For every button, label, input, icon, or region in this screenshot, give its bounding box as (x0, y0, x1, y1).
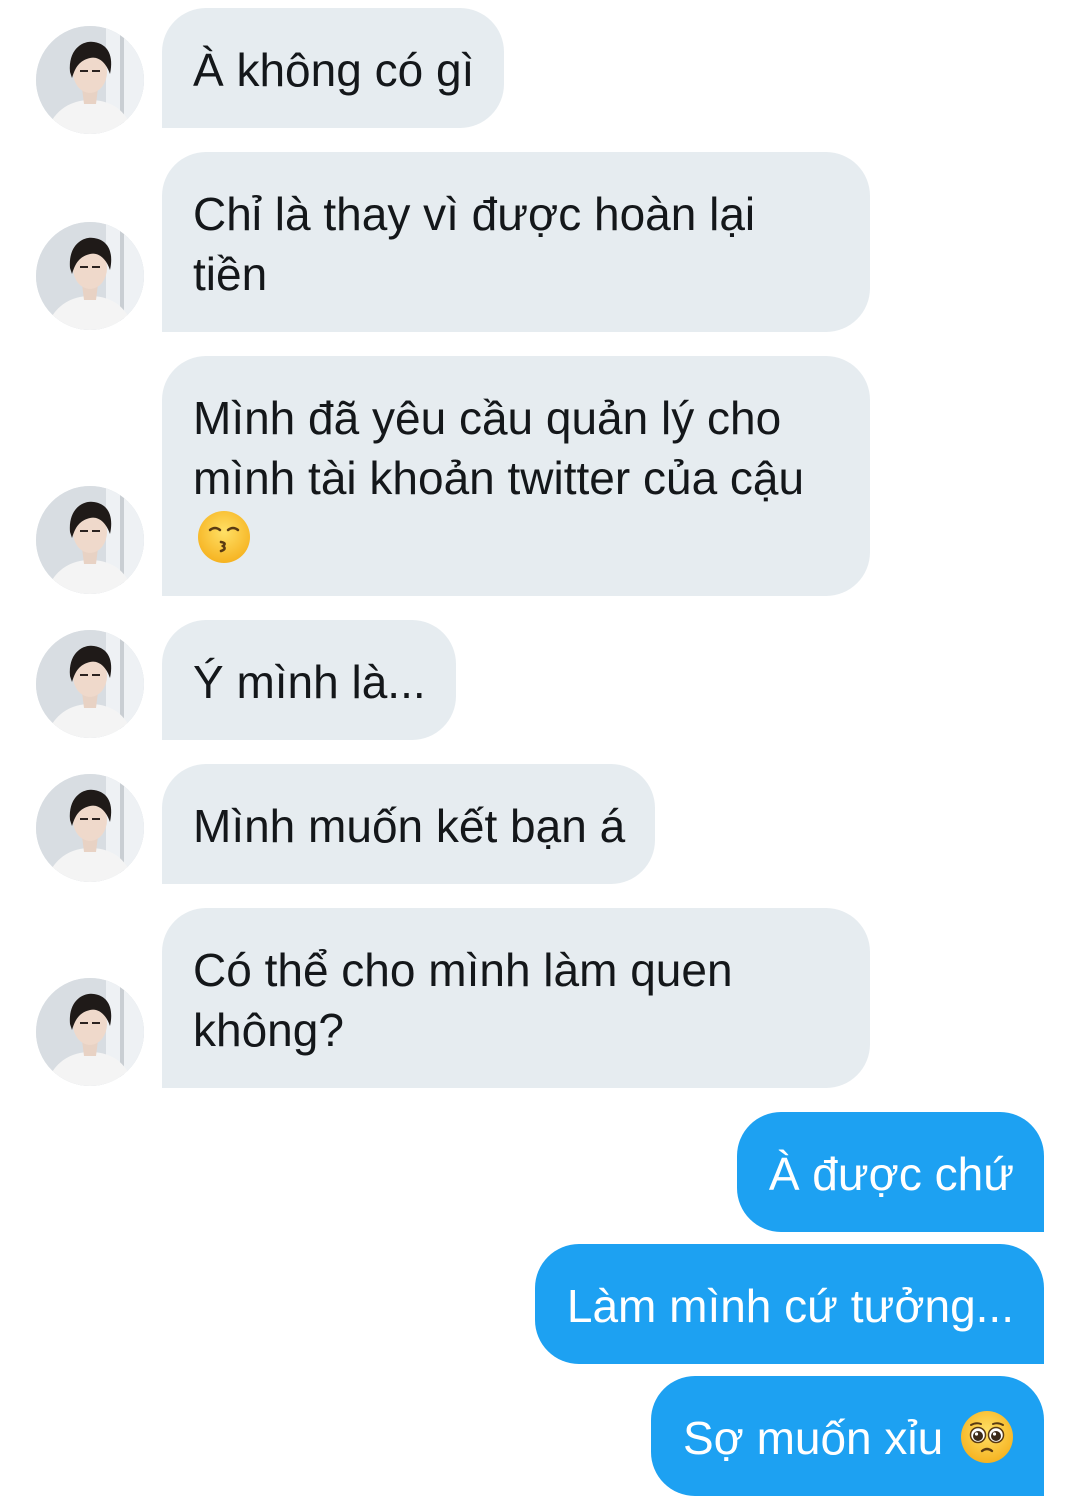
avatar[interactable] (36, 630, 144, 738)
avatar[interactable] (36, 222, 144, 330)
message-text: Mình muốn kết bạn á (193, 800, 626, 852)
avatar[interactable] (36, 26, 144, 134)
pleading-face-emoji-icon (961, 1411, 1013, 1463)
message-row-incoming: Ý mình là... (0, 620, 1080, 740)
message-text: Có thể cho mình làm quen không? (193, 944, 733, 1056)
message-text: Chỉ là thay vì được hoàn lại tiền (193, 188, 756, 300)
message-row-outgoing: Sợ muốn xỉu (0, 1376, 1080, 1496)
message-row-outgoing: À được chứ (0, 1112, 1080, 1232)
message-row-incoming: À không có gì (0, 8, 1080, 134)
message-row-incoming: Mình đã yêu cầu quản lý cho mình tài kho… (0, 356, 1080, 596)
message-text: Sợ muốn xỉu (682, 1412, 944, 1464)
message-text: Ý mình là... (193, 656, 426, 708)
message-row-outgoing: Làm mình cứ tưởng... (0, 1244, 1080, 1364)
avatar[interactable] (36, 978, 144, 1086)
incoming-message-bubble[interactable]: Chỉ là thay vì được hoàn lại tiền (162, 152, 870, 332)
message-text: À được chứ (768, 1148, 1014, 1200)
message-text: À không có gì (193, 44, 475, 96)
outgoing-message-bubble[interactable]: Sợ muốn xỉu (650, 1376, 1044, 1496)
incoming-message-bubble[interactable]: Ý mình là... (162, 620, 456, 740)
message-row-incoming: Chỉ là thay vì được hoàn lại tiền (0, 152, 1080, 332)
avatar[interactable] (36, 774, 144, 882)
outgoing-message-bubble[interactable]: Làm mình cứ tưởng... (534, 1244, 1044, 1364)
incoming-message-bubble[interactable]: Mình đã yêu cầu quản lý cho mình tài kho… (162, 356, 870, 596)
message-row-incoming: Có thể cho mình làm quen không? (0, 908, 1080, 1088)
kissing-face-emoji-icon (198, 511, 250, 563)
outgoing-message-bubble[interactable]: À được chứ (736, 1112, 1044, 1232)
message-text: Mình đã yêu cầu quản lý cho mình tài kho… (193, 392, 805, 504)
message-row-incoming: Mình muốn kết bạn á (0, 764, 1080, 884)
incoming-message-bubble[interactable]: Có thể cho mình làm quen không? (162, 908, 870, 1088)
message-text: Làm mình cứ tưởng... (566, 1280, 1014, 1332)
incoming-message-bubble[interactable]: À không có gì (162, 8, 505, 128)
avatar[interactable] (36, 486, 144, 594)
incoming-message-bubble[interactable]: Mình muốn kết bạn á (162, 764, 656, 884)
